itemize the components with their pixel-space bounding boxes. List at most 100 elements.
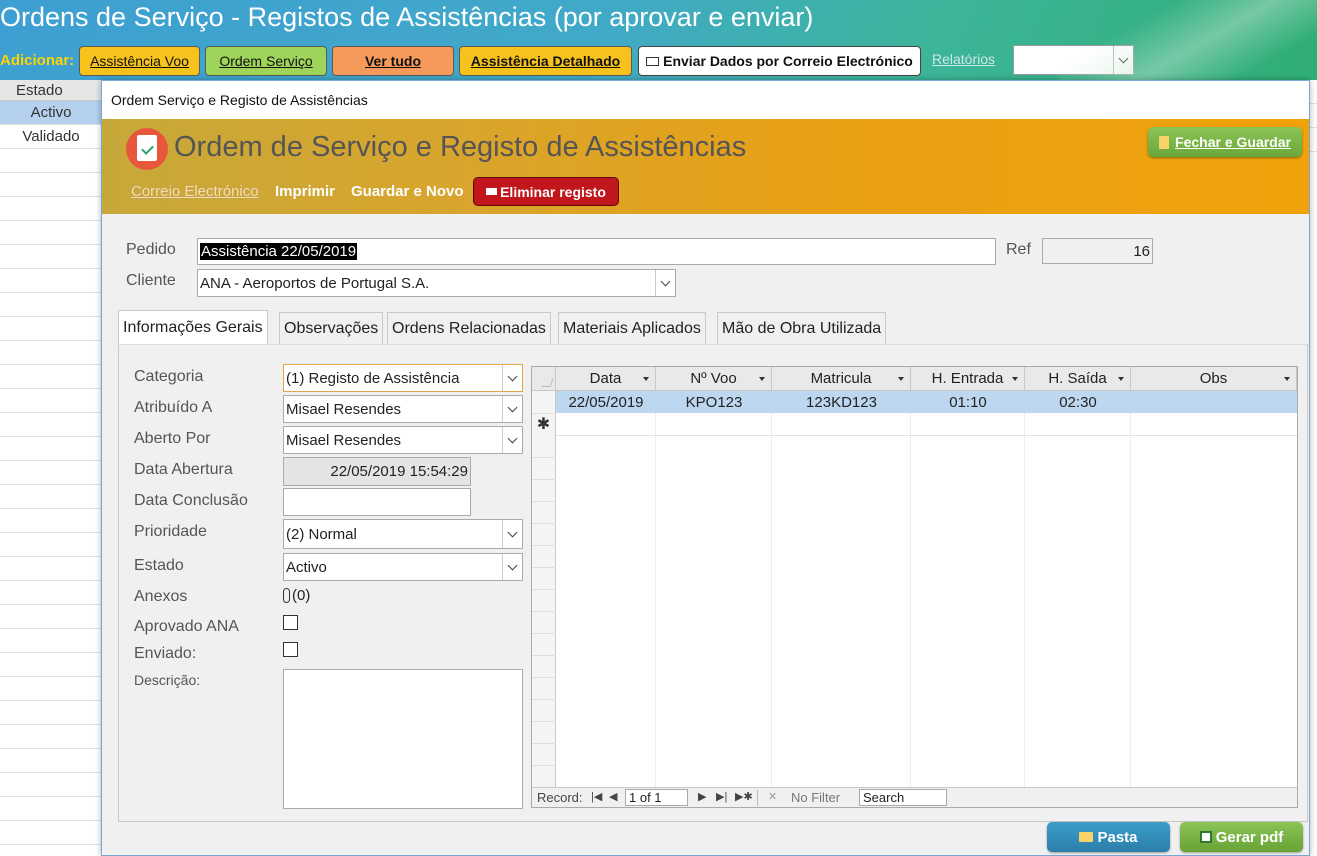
- list-item[interactable]: [0, 389, 102, 413]
- cell-saida[interactable]: 02:30: [1025, 391, 1131, 413]
- cell-matricula[interactable]: 123KD123: [772, 391, 911, 413]
- cliente-dropdown[interactable]: ANA - Aeroportos de Portugal S.A.: [197, 269, 676, 297]
- dropdown-arrow-icon[interactable]: [759, 377, 765, 381]
- list-item[interactable]: [0, 221, 102, 245]
- gerar-pdf-button[interactable]: Gerar pdf: [1180, 822, 1303, 852]
- previous-record-icon[interactable]: ◀: [609, 790, 617, 803]
- list-item[interactable]: [0, 413, 102, 437]
- list-item[interactable]: [0, 533, 102, 557]
- list-item[interactable]: [0, 317, 102, 341]
- chevron-down-icon[interactable]: [502, 427, 522, 453]
- aprovado-checkbox[interactable]: [283, 615, 298, 630]
- descricao-textarea[interactable]: [283, 669, 523, 809]
- select-all-corner[interactable]: [532, 367, 556, 391]
- list-item[interactable]: [0, 197, 102, 221]
- email-link[interactable]: Correio Electrónico: [131, 183, 259, 200]
- list-item[interactable]: [0, 629, 102, 653]
- tab-ordens-relacionadas[interactable]: Ordens Relacionadas: [387, 312, 551, 344]
- pasta-button[interactable]: Pasta: [1047, 822, 1170, 852]
- aberto-label: Aberto Por: [134, 430, 211, 447]
- list-header-estado[interactable]: Estado: [0, 80, 102, 101]
- list-item[interactable]: [0, 437, 102, 461]
- tab-observacoes[interactable]: Observações: [279, 312, 384, 344]
- cell-voo[interactable]: KPO123: [656, 391, 772, 413]
- dropdown-arrow-icon[interactable]: [1012, 377, 1018, 381]
- aberto-dropdown[interactable]: Misael Resendes: [283, 426, 523, 454]
- chevron-down-icon[interactable]: [502, 554, 522, 580]
- list-item[interactable]: [0, 557, 102, 581]
- last-record-icon[interactable]: ▶|: [716, 790, 727, 803]
- anexos-button[interactable]: (0): [283, 587, 310, 604]
- delete-record-button[interactable]: Eliminar registo: [473, 177, 619, 206]
- cell-data[interactable]: 22/05/2019: [556, 391, 656, 413]
- tab-informacoes-gerais[interactable]: Informações Gerais: [118, 310, 268, 345]
- list-item[interactable]: [0, 269, 102, 293]
- column-header-voo[interactable]: Nº Voo: [656, 367, 772, 391]
- list-item[interactable]: Validado: [0, 125, 102, 149]
- list-item[interactable]: [0, 653, 102, 677]
- chevron-down-icon[interactable]: [502, 396, 522, 422]
- list-item[interactable]: [0, 581, 102, 605]
- chevron-down-icon[interactable]: [1113, 46, 1133, 74]
- atribuido-dropdown[interactable]: Misael Resendes: [283, 395, 523, 423]
- list-item[interactable]: [0, 365, 102, 389]
- list-item[interactable]: [0, 773, 102, 797]
- list-item[interactable]: [0, 725, 102, 749]
- prioridade-dropdown[interactable]: (2) Normal: [283, 519, 523, 549]
- cell-obs[interactable]: [1131, 391, 1297, 413]
- tab-mao-de-obra[interactable]: Mão de Obra Utilizada: [717, 312, 887, 344]
- dropdown-arrow-icon[interactable]: [1284, 377, 1290, 381]
- list-item[interactable]: [0, 173, 102, 197]
- relatorios-label[interactable]: Relatórios: [932, 51, 995, 67]
- enviado-checkbox[interactable]: [283, 642, 298, 657]
- list-item[interactable]: [0, 797, 102, 821]
- list-item[interactable]: [0, 341, 102, 365]
- list-item[interactable]: [0, 677, 102, 701]
- list-item[interactable]: [0, 509, 102, 533]
- list-item[interactable]: [0, 245, 102, 269]
- column-header-entrada[interactable]: H. Entrada: [911, 367, 1025, 391]
- column-header-obs[interactable]: Obs: [1131, 367, 1297, 391]
- list-item[interactable]: Activo: [0, 101, 102, 125]
- record-selector-column[interactable]: [532, 391, 556, 787]
- chevron-down-icon[interactable]: [502, 365, 522, 391]
- list-item[interactable]: [0, 821, 102, 845]
- list-item[interactable]: [0, 701, 102, 725]
- list-item[interactable]: [0, 293, 102, 317]
- chevron-down-icon[interactable]: [502, 520, 522, 548]
- new-record-nav-icon[interactable]: ▶✱: [735, 790, 753, 803]
- ver-tudo-button[interactable]: Ver tudo: [332, 46, 454, 76]
- categoria-dropdown[interactable]: (1) Registo de Assistência: [283, 364, 523, 392]
- dropdown-arrow-icon[interactable]: [1118, 377, 1124, 381]
- next-record-icon[interactable]: ▶: [698, 790, 706, 803]
- column-header-matricula[interactable]: Matricula: [772, 367, 911, 391]
- ordem-servico-button[interactable]: Ordem Serviço: [205, 46, 327, 76]
- column-header-saida[interactable]: H. Saída: [1025, 367, 1131, 391]
- list-item[interactable]: [0, 605, 102, 629]
- close-save-button[interactable]: Fechar e Guardar: [1148, 127, 1302, 157]
- search-input[interactable]: Search: [859, 789, 947, 806]
- list-item[interactable]: [0, 461, 102, 485]
- new-record-row[interactable]: ✱: [532, 414, 1297, 436]
- list-item[interactable]: [0, 749, 102, 773]
- dropdown-arrow-icon[interactable]: [643, 377, 649, 381]
- list-item[interactable]: [0, 485, 102, 509]
- relatorios-dropdown[interactable]: [1013, 45, 1134, 75]
- first-record-icon[interactable]: |◀: [591, 790, 602, 803]
- column-header-data[interactable]: Data: [556, 367, 656, 391]
- estado-dropdown[interactable]: Activo: [283, 553, 523, 581]
- pedido-input[interactable]: Assistência 22/05/2019: [197, 238, 996, 265]
- data-conclusao-input[interactable]: [283, 488, 471, 516]
- record-position-input[interactable]: 1 of 1: [625, 789, 688, 806]
- chevron-down-icon[interactable]: [655, 270, 675, 296]
- cell-entrada[interactable]: 01:10: [911, 391, 1025, 413]
- tab-materiais-aplicados[interactable]: Materiais Aplicados: [558, 312, 706, 344]
- assistencia-detalhado-button[interactable]: Assistência Detalhado: [459, 46, 632, 76]
- list-item[interactable]: [0, 149, 102, 173]
- no-filter-button[interactable]: No Filter: [791, 790, 840, 805]
- enviar-email-button[interactable]: Enviar Dados por Correio Electrónico: [638, 46, 921, 76]
- print-link[interactable]: Imprimir: [275, 183, 335, 200]
- dropdown-arrow-icon[interactable]: [898, 377, 904, 381]
- assistencia-voo-button[interactable]: Assistência Voo: [79, 46, 200, 76]
- save-new-link[interactable]: Guardar e Novo: [351, 183, 464, 200]
